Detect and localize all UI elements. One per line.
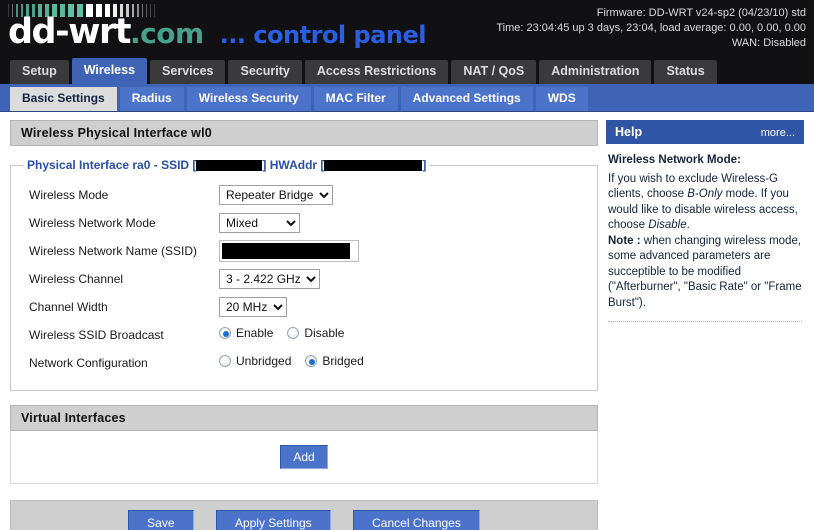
radio-icon[interactable] xyxy=(219,355,231,367)
radio-icon[interactable] xyxy=(305,355,318,367)
help-emphasis-b-only: B-Only xyxy=(687,188,723,200)
apply-settings-button[interactable]: Apply Settings xyxy=(215,510,331,530)
tab-nat-qos[interactable]: NAT / QoS xyxy=(451,60,537,84)
label-channel-width: Channel Width xyxy=(29,300,108,314)
legend-mid: ] HWAddr [ xyxy=(262,158,325,172)
hwaddr-redaction-bar xyxy=(324,160,423,171)
virtual-interfaces-heading: Virtual Interfaces xyxy=(10,405,598,431)
help-emphasis-disable: Disable xyxy=(648,219,687,231)
label-ssid: Wireless Network Name (SSID) xyxy=(29,244,198,258)
dd-wrt-control-panel: dd-wrt.com ... control panel Firmware: DD… xyxy=(0,0,814,530)
radio-label: Disable xyxy=(304,326,345,340)
subtab-wds[interactable]: WDS xyxy=(535,87,588,111)
save-button[interactable]: Save xyxy=(128,510,194,530)
help-note: Note : when changing wireless mode, some… xyxy=(608,235,802,309)
system-info: Firmware: DD-WRT v24-sp2 (04/23/10) std … xyxy=(496,6,806,51)
logo-text: dd-wrt.com ... control panel xyxy=(8,15,426,52)
legend-suffix: ] xyxy=(422,158,427,172)
label-network-configuration: Network Configuration xyxy=(29,356,148,370)
channel-width-select[interactable]: Auto20 MHz40 MHz xyxy=(219,297,287,317)
radio-icon[interactable] xyxy=(287,327,300,339)
row-ssid-broadcast: Wireless SSID Broadcast Enable Disable xyxy=(19,322,589,348)
page-header: dd-wrt.com ... control panel Firmware: DD… xyxy=(0,0,814,58)
wireless-channel-select[interactable]: Auto1 - 2.412 GHz2 - 2.417 GHz3 - 2.422 … xyxy=(219,269,320,289)
label-network-mode: Wireless Network Mode xyxy=(29,216,156,230)
tab-services[interactable]: Services xyxy=(150,60,226,84)
ssid-redaction-bar xyxy=(196,160,263,171)
radio-label: Enable xyxy=(236,326,274,340)
ssid-value-redaction-bar xyxy=(222,243,350,259)
label-ssid-broadcast: Wireless SSID Broadcast xyxy=(29,328,164,342)
wan-status: WAN: Disabled xyxy=(731,37,806,49)
help-title: Help xyxy=(615,125,643,139)
tab-access-restrictions[interactable]: Access Restrictions xyxy=(304,60,449,84)
subtab-basic-settings[interactable]: Basic Settings xyxy=(10,87,117,111)
wireless-network-mode-select[interactable]: DisabledMixedBG-MixedB-OnlyG-OnlyNG-Mixe… xyxy=(219,213,300,233)
help-paragraph: If you wish to exclude Wireless-G client… xyxy=(608,173,798,232)
physical-interface-fieldset: Physical Interface ra0 - SSID [ ] HWAddr … xyxy=(10,158,598,391)
tab-status[interactable]: Status xyxy=(654,60,717,84)
help-panel: Help more... Wireless Network Mode: If y… xyxy=(606,120,804,331)
network-configuration-radio-group: Unbridged Bridged xyxy=(219,354,589,372)
ssid-input[interactable] xyxy=(219,240,359,262)
physical-interface-legend: Physical Interface ra0 - SSID [ ] HWAddr … xyxy=(23,158,430,172)
label-channel: Wireless Channel xyxy=(29,272,124,286)
help-subject: Wireless Network Mode: xyxy=(608,154,741,166)
radio-label: Unbridged xyxy=(236,354,292,368)
subtab-wireless-security[interactable]: Wireless Security xyxy=(186,87,311,111)
subtab-mac-filter[interactable]: MAC Filter xyxy=(313,87,398,111)
help-text-c: . xyxy=(686,219,690,231)
main-tab-bar: Setup Wireless Services Security Access Rest… xyxy=(0,58,814,84)
radio-label: Bridged xyxy=(322,354,364,368)
logo-name: dd-wrt xyxy=(8,12,131,52)
logo-tagline: ... control panel xyxy=(219,21,427,49)
tab-administration[interactable]: Administration xyxy=(539,60,652,84)
help-more-link[interactable]: more... xyxy=(761,127,795,139)
row-channel: Wireless Channel Auto1 - 2.412 GHz2 - 2.… xyxy=(19,266,589,292)
help-content: Wireless Network Mode: If you wish to ex… xyxy=(606,144,804,331)
ssid-broadcast-radio-group: Enable Disable xyxy=(219,326,589,344)
tab-setup[interactable]: Setup xyxy=(10,60,69,84)
help-header: Help more... xyxy=(606,120,804,144)
firmware-version: Firmware: DD-WRT v24-sp2 (04/23/10) std xyxy=(596,7,806,19)
help-note-label: Note : xyxy=(608,234,641,247)
tab-wireless[interactable]: Wireless xyxy=(71,58,148,84)
uptime-load: Time: 23:04:45 up 3 days, 23:04, load av… xyxy=(496,22,806,34)
legend-prefix: Physical Interface ra0 - SSID [ xyxy=(27,158,197,172)
row-channel-width: Channel Width Auto20 MHz40 MHz xyxy=(19,294,589,320)
main-content: Wireless Physical Interface wl0 Physical… xyxy=(10,120,598,530)
radio-option-enable[interactable]: Enable xyxy=(219,326,273,340)
help-divider xyxy=(608,321,802,322)
radio-option-bridged[interactable]: Bridged xyxy=(305,354,364,368)
brand-logo: dd-wrt.com ... control panel xyxy=(8,4,426,52)
action-button-bar: Save Apply Settings Cancel Changes xyxy=(10,500,598,530)
radio-option-disable[interactable]: Disable xyxy=(287,326,344,340)
row-network-configuration: Network Configuration Unbridged Bridged xyxy=(19,350,589,376)
logo-domain-suffix: .com xyxy=(129,17,204,50)
row-wireless-mode: Wireless Mode APClientClient BridgeAdhoc… xyxy=(19,182,589,208)
add-virtual-interface-button[interactable]: Add xyxy=(280,445,328,469)
sub-tab-bar: Basic Settings Radius Wireless Security MAC… xyxy=(0,84,814,112)
page-body: Wireless Physical Interface wl0 Physical… xyxy=(0,112,814,530)
radio-option-unbridged[interactable]: Unbridged xyxy=(219,354,291,368)
row-network-mode: Wireless Network Mode DisabledMixedBG-Mi… xyxy=(19,210,589,236)
row-ssid: Wireless Network Name (SSID) xyxy=(19,238,589,264)
label-wireless-mode: Wireless Mode xyxy=(29,188,109,202)
subtab-advanced-settings[interactable]: Advanced Settings xyxy=(400,87,533,111)
subtab-radius[interactable]: Radius xyxy=(119,87,184,111)
wireless-mode-select[interactable]: APClientClient BridgeAdhocWDS StationWDS… xyxy=(219,185,333,205)
radio-icon[interactable] xyxy=(219,327,231,339)
virtual-interfaces-body: Add xyxy=(10,431,598,484)
cancel-changes-button[interactable]: Cancel Changes xyxy=(353,510,480,530)
physical-interface-heading: Wireless Physical Interface wl0 xyxy=(10,120,598,146)
tab-security[interactable]: Security xyxy=(228,60,302,84)
